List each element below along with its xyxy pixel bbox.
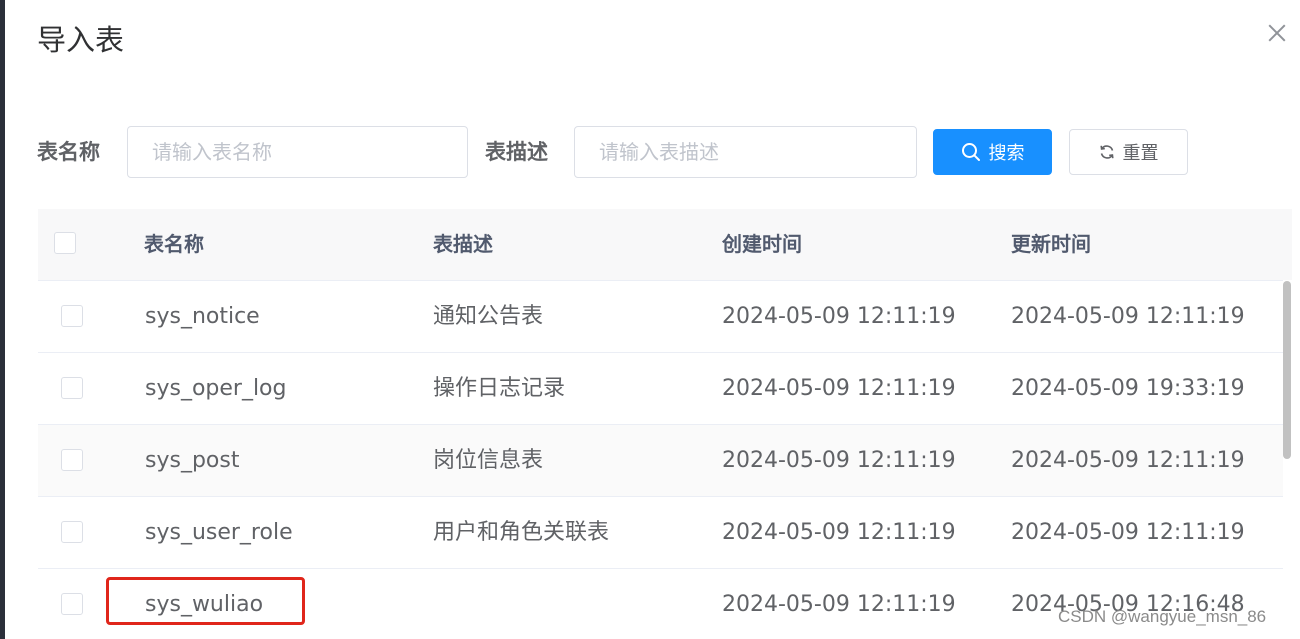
row-checkbox[interactable] — [61, 521, 83, 543]
column-header-name: 表名称 — [144, 232, 204, 256]
cell-created-time: 2024-05-09 12:11:19 — [722, 520, 956, 545]
table: 表名称 表描述 创建时间 更新时间 sys_notice 通知公告表 2024-… — [38, 209, 1292, 639]
search-button-label: 搜索 — [988, 143, 1025, 164]
table-name-label: 表名称 — [37, 140, 100, 164]
cell-table-name: sys_oper_log — [145, 376, 287, 401]
cell-table-desc: 岗位信息表 — [433, 448, 544, 473]
column-header-desc: 表描述 — [433, 232, 493, 256]
cell-updated-time: 2024-05-09 12:11:19 — [1011, 304, 1245, 329]
search-button[interactable]: 搜索 — [933, 129, 1052, 175]
table-row[interactable]: sys_user_role 用户和角色关联表 2024-05-09 12:11:… — [38, 497, 1283, 569]
cell-updated-time: 2024-05-09 12:16:48 — [1011, 592, 1245, 617]
table-desc-input[interactable] — [574, 126, 917, 178]
table-row[interactable]: sys_notice 通知公告表 2024-05-09 12:11:19 202… — [38, 281, 1283, 353]
cell-updated-time: 2024-05-09 19:33:19 — [1011, 376, 1245, 401]
search-icon — [961, 143, 980, 161]
select-all-checkbox[interactable] — [54, 232, 76, 254]
background-edge — [0, 0, 5, 639]
cell-table-desc: 通知公告表 — [433, 304, 544, 329]
reset-button[interactable]: 重置 — [1069, 129, 1188, 175]
table-header: 表名称 表描述 创建时间 更新时间 — [38, 209, 1292, 281]
table-row[interactable]: sys_oper_log 操作日志记录 2024-05-09 12:11:19 … — [38, 353, 1283, 425]
cell-table-desc: 用户和角色关联表 — [433, 520, 610, 545]
cell-created-time: 2024-05-09 12:11:19 — [722, 448, 956, 473]
close-icon[interactable] — [1266, 22, 1288, 44]
watermark: CSDN @wangyue_msn_86 — [1058, 607, 1267, 626]
refresh-icon — [1099, 145, 1114, 159]
scrollbar-thumb[interactable] — [1283, 281, 1291, 459]
table-name-input[interactable] — [127, 126, 468, 178]
highlight-annotation — [106, 577, 305, 625]
dialog-title: 导入表 — [37, 23, 125, 57]
cell-created-time: 2024-05-09 12:11:19 — [722, 376, 956, 401]
row-checkbox[interactable] — [61, 449, 83, 471]
row-checkbox[interactable] — [61, 593, 83, 615]
table-row[interactable]: sys_post 岗位信息表 2024-05-09 12:11:19 2024-… — [38, 425, 1283, 497]
cell-table-name: sys_user_role — [145, 520, 293, 545]
column-header-updated: 更新时间 — [1011, 232, 1091, 256]
row-checkbox[interactable] — [61, 377, 83, 399]
cell-updated-time: 2024-05-09 12:11:19 — [1011, 520, 1245, 545]
cell-updated-time: 2024-05-09 12:11:19 — [1011, 448, 1245, 473]
table-desc-label: 表描述 — [485, 140, 548, 164]
cell-table-name: sys_post — [145, 448, 240, 473]
cell-created-time: 2024-05-09 12:11:19 — [722, 304, 956, 329]
reset-button-label: 重置 — [1122, 143, 1159, 164]
cell-table-desc: 操作日志记录 — [433, 376, 566, 401]
column-header-created: 创建时间 — [722, 232, 802, 256]
cell-created-time: 2024-05-09 12:11:19 — [722, 592, 956, 617]
cell-table-name: sys_notice — [145, 304, 260, 329]
row-checkbox[interactable] — [61, 305, 83, 327]
